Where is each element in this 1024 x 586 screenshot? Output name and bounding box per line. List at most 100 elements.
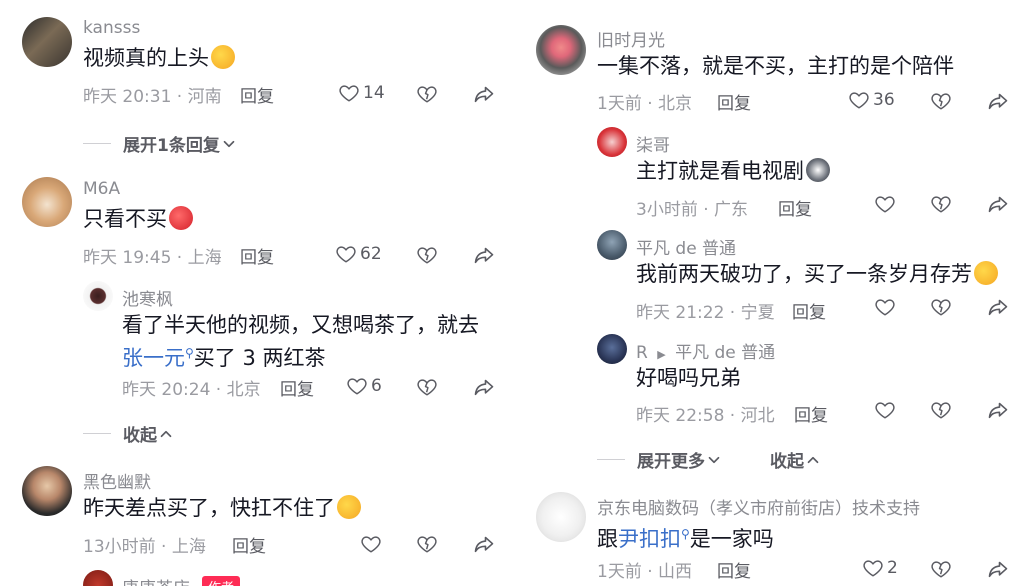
like-count: 62	[360, 244, 382, 264]
reply-to-user[interactable]: 平凡 de 普通	[675, 343, 775, 363]
share-arrow-icon[interactable]	[472, 532, 496, 556]
collapse-replies-button[interactable]: 收起	[770, 447, 822, 472]
like-count: 14	[363, 83, 385, 103]
angry-face-emoji-icon	[169, 206, 193, 230]
avatar[interactable]	[597, 127, 627, 157]
reply-meta: 昨天 22:58 · 河北	[636, 406, 775, 426]
heart-outline-icon[interactable]	[360, 533, 382, 555]
broken-heart-icon[interactable]	[416, 83, 438, 105]
avatar[interactable]	[83, 570, 113, 586]
like-button[interactable]: 6	[346, 375, 382, 397]
reply-button[interactable]: 回复	[794, 401, 828, 426]
collapse-label: 收起	[123, 426, 157, 446]
heart-outline-icon[interactable]	[874, 296, 896, 318]
like-count: 36	[873, 90, 895, 110]
avatar[interactable]	[83, 281, 113, 311]
laughing-tears-emoji-icon	[211, 45, 235, 69]
reply-text-line2: 张一元⚲买了 3 两红茶	[122, 346, 326, 370]
chevron-up-icon	[157, 425, 175, 443]
avatar[interactable]	[597, 334, 627, 364]
reply-meta: 3小时前 · 广东	[636, 200, 749, 220]
comment-meta: 13小时前 · 上海	[83, 537, 206, 557]
divider-line	[83, 433, 111, 434]
share-arrow-icon[interactable]	[986, 89, 1010, 113]
heart-outline-icon	[335, 243, 357, 265]
broken-heart-icon[interactable]	[930, 90, 952, 112]
broken-heart-icon[interactable]	[416, 376, 438, 398]
divider-line	[83, 143, 111, 144]
broken-heart-icon[interactable]	[930, 193, 952, 215]
share-arrow-icon[interactable]	[472, 243, 496, 267]
comment-username[interactable]: 唐唐茶店	[122, 574, 190, 586]
comment-username[interactable]: 旧时月光	[597, 26, 665, 51]
heart-outline-icon[interactable]	[874, 193, 896, 215]
reply-button[interactable]: 回复	[280, 375, 314, 400]
comment-meta: 昨天 19:45 · 上海	[83, 248, 222, 268]
divider-line	[597, 459, 625, 460]
comment-username[interactable]: 京东电脑数码（孝义市府前街店）技术支持	[597, 494, 920, 519]
avatar[interactable]	[22, 177, 72, 227]
comment-username[interactable]: M6A	[83, 179, 120, 199]
expand-replies-button[interactable]: 展开1条回复	[83, 131, 238, 156]
reply-from-user[interactable]: R	[636, 343, 648, 363]
broken-heart-icon[interactable]	[930, 296, 952, 318]
sweat-smile-emoji-icon	[337, 495, 361, 519]
avatar[interactable]	[536, 25, 586, 75]
cat-emoji-icon	[806, 158, 830, 182]
reply-button[interactable]: 回复	[792, 298, 826, 323]
share-arrow-icon[interactable]	[472, 82, 496, 106]
heart-outline-icon	[346, 375, 368, 397]
reply-text: 主打就是看电视剧	[636, 157, 830, 185]
like-button[interactable]: 36	[848, 89, 895, 111]
heart-outline-icon[interactable]	[874, 399, 896, 421]
reply-button[interactable]: 回复	[232, 532, 266, 557]
comment-meta: 1天前 · 山西	[597, 562, 693, 582]
broken-heart-icon[interactable]	[930, 399, 952, 421]
reply-button[interactable]: 回复	[717, 89, 751, 114]
collapse-replies-button[interactable]: 收起	[83, 421, 175, 446]
avatar[interactable]	[22, 466, 72, 516]
reply-text: 我前两天破功了，买了一条岁月存芳	[636, 260, 998, 288]
avatar[interactable]	[597, 230, 627, 260]
author-badge: 作者	[202, 576, 241, 586]
reply-button[interactable]: 回复	[240, 82, 274, 107]
comment-text: 只看不买	[83, 205, 193, 233]
mention-link[interactable]: 尹扣扣	[618, 527, 681, 551]
avatar[interactable]	[536, 492, 586, 542]
share-arrow-icon[interactable]	[986, 295, 1010, 319]
comment-username[interactable]: kansss	[83, 18, 140, 38]
broken-heart-icon[interactable]	[930, 558, 952, 580]
comment-text: 昨天差点买了，快扛不住了	[83, 494, 361, 522]
reply-meta: 昨天 21:22 · 宁夏	[636, 303, 775, 323]
like-button[interactable]: 62	[335, 243, 382, 265]
reply-username[interactable]: 柒哥	[636, 131, 670, 156]
reply-text-line1: 看了半天他的视频，又想喝茶了，就去	[122, 313, 479, 337]
heart-outline-icon	[338, 82, 360, 104]
share-arrow-icon[interactable]	[986, 192, 1010, 216]
like-count: 6	[371, 376, 382, 396]
comment-meta: 1天前 · 北京	[597, 94, 693, 114]
comment-text: 一集不落，就是不买，主打的是个陪伴	[597, 54, 954, 78]
reply-button[interactable]: 回复	[240, 243, 274, 268]
comment-username[interactable]: 黑色幽默	[83, 468, 151, 493]
reply-username[interactable]: 平凡 de 普通	[636, 234, 736, 259]
broken-heart-icon[interactable]	[416, 533, 438, 555]
expand-more-button[interactable]: 展开更多	[597, 447, 723, 472]
mention-link[interactable]: 张一元	[122, 346, 185, 370]
chevron-down-icon	[220, 135, 238, 153]
like-count: 2	[887, 558, 898, 578]
broken-heart-icon[interactable]	[416, 244, 438, 266]
heart-outline-icon	[848, 89, 870, 111]
like-button[interactable]: 14	[338, 82, 385, 104]
like-button[interactable]: 2	[862, 557, 898, 579]
chevron-down-icon	[705, 451, 723, 469]
expand-replies-label: 展开1条回复	[123, 136, 220, 156]
avatar[interactable]	[22, 17, 72, 67]
share-arrow-icon[interactable]	[986, 398, 1010, 422]
share-arrow-icon[interactable]	[986, 557, 1010, 581]
reply-button[interactable]: 回复	[717, 557, 751, 582]
reply-button[interactable]: 回复	[778, 195, 812, 220]
share-arrow-icon[interactable]	[472, 375, 496, 399]
reply-username[interactable]: 池寒枫	[122, 285, 173, 310]
search-mark-icon: ⚲	[185, 346, 194, 360]
